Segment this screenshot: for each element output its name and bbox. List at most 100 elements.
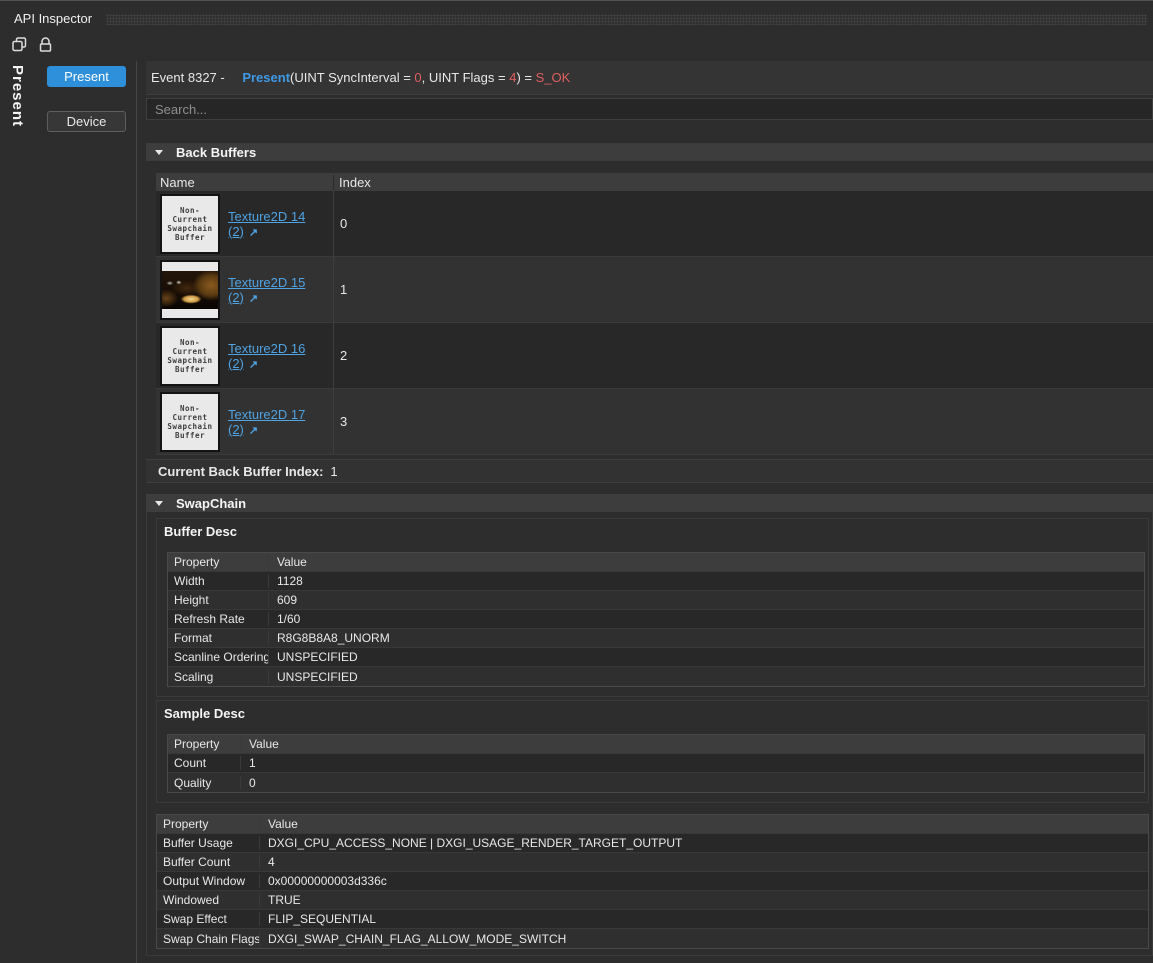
external-link-icon: ↗	[249, 227, 258, 239]
column-header-value[interactable]: Value	[240, 737, 1144, 751]
table-row: Swap Effect FLIP_SEQUENTIAL	[157, 910, 1148, 929]
external-link-icon: ↗	[249, 359, 258, 371]
property-value: 1	[240, 756, 1144, 770]
section-title: Back Buffers	[176, 145, 256, 160]
property-name: Height	[168, 593, 268, 607]
column-header-property[interactable]: Property	[168, 555, 268, 569]
table-header-row: Property Value	[168, 553, 1144, 572]
thumbnail-label: Non-Current Swapchain Buffer	[165, 338, 215, 374]
buffer-desc-panel: Buffer Desc Property Value Width 1128 He…	[156, 518, 1149, 697]
property-value: 0	[240, 776, 1144, 790]
buffer-name-cell: Non-Current Swapchain Buffer Texture2D 1…	[156, 323, 333, 388]
sample-desc-title: Sample Desc	[163, 703, 1145, 734]
table-row: Swap Chain Flags DXGI_SWAP_CHAIN_FLAG_AL…	[157, 929, 1148, 948]
buffer-index-value: 0	[333, 191, 1153, 256]
table-row: Windowed TRUE	[157, 891, 1148, 910]
buffer-index-value: 1	[333, 257, 1153, 322]
table-row: Buffer Count 4	[157, 853, 1148, 872]
dock-grip[interactable]	[106, 14, 1147, 25]
column-header-value[interactable]: Value	[268, 555, 1144, 569]
current-back-buffer-label: Current Back Buffer Index:	[158, 464, 323, 479]
property-name: Width	[168, 574, 268, 588]
property-name: Buffer Count	[157, 855, 259, 869]
search-input[interactable]	[146, 98, 1153, 120]
panel-titlebar[interactable]: API Inspector	[0, 1, 1153, 27]
sidebar-item-device[interactable]: Device	[47, 111, 126, 132]
buffer-thumbnail[interactable]	[160, 260, 220, 320]
panel-toolbar	[0, 27, 1153, 61]
table-row: Scaling UNSPECIFIED	[168, 667, 1144, 686]
property-name: Swap Chain Flags	[157, 932, 259, 946]
texture-link[interactable]: Texture2D 16 (2)	[228, 341, 305, 371]
sidebar: Present Present Device	[0, 61, 137, 963]
thumbnail-label: Non-Current Swapchain Buffer	[165, 404, 215, 440]
api-inspector-window: API Inspector Present Present Device	[0, 0, 1153, 963]
table-row: Height 609	[168, 591, 1144, 610]
table-row: Quality 0	[168, 773, 1144, 792]
column-header-property[interactable]: Property	[157, 817, 259, 831]
buffer-thumbnail[interactable]: Non-Current Swapchain Buffer	[160, 392, 220, 452]
event-args-pre: (UINT SyncInterval =	[290, 70, 414, 85]
table-row: Non-Current Swapchain Buffer Texture2D 1…	[156, 323, 1153, 389]
texture-link[interactable]: Texture2D 15 (2)	[228, 275, 305, 305]
current-back-buffer-value: 1	[330, 464, 337, 479]
event-args-post: ) =	[516, 70, 535, 85]
property-name: Refresh Rate	[168, 612, 268, 626]
table-row: Width 1128	[168, 572, 1144, 591]
sidebar-buttons: Present Device	[47, 66, 126, 132]
sample-desc-panel: Sample Desc Property Value Count 1 Quali…	[156, 700, 1149, 803]
buffer-thumbnail[interactable]: Non-Current Swapchain Buffer	[160, 194, 220, 254]
buffer-preview-image	[162, 271, 218, 309]
property-name: Scaling	[168, 670, 268, 684]
buffer-name-cell: Non-Current Swapchain Buffer Texture2D 1…	[156, 191, 333, 256]
table-header-row: Name Index	[156, 173, 1153, 191]
property-value: DXGI_SWAP_CHAIN_FLAG_ALLOW_MODE_SWITCH	[259, 932, 1148, 946]
property-name: Format	[168, 631, 268, 645]
property-value: 609	[268, 593, 1144, 607]
property-value: R8G8B8A8_UNORM	[268, 631, 1144, 645]
table-row: Count 1	[168, 754, 1144, 773]
property-name: Swap Effect	[157, 912, 259, 926]
property-value: DXGI_CPU_ACCESS_NONE | DXGI_USAGE_RENDER…	[259, 836, 1148, 850]
event-header: Event 8327 - Present(UINT SyncInterval =…	[146, 61, 1153, 95]
property-name: Quality	[168, 776, 240, 790]
column-header-value[interactable]: Value	[259, 817, 1148, 831]
panel-title: API Inspector	[14, 11, 92, 26]
property-name: Scanline Ordering	[168, 650, 268, 664]
back-buffers-table: Name Index Non-Current Swapchain Buffer …	[156, 173, 1153, 455]
property-name: Buffer Usage	[157, 836, 259, 850]
column-header-name[interactable]: Name	[156, 175, 333, 190]
buffer-thumbnail[interactable]: Non-Current Swapchain Buffer	[160, 326, 220, 386]
table-row: Non-Current Swapchain Buffer Texture2D 1…	[156, 191, 1153, 257]
property-value: 1/60	[268, 612, 1144, 626]
duplicate-panel-button[interactable]	[11, 36, 28, 53]
external-link-icon: ↗	[249, 425, 258, 437]
table-row: Buffer Usage DXGI_CPU_ACCESS_NONE | DXGI…	[157, 834, 1148, 853]
event-function-link[interactable]: Present	[242, 70, 290, 85]
sidebar-group-label: Present	[9, 65, 26, 127]
table-row: Output Window 0x00000000003d336c	[157, 872, 1148, 891]
section-header-back-buffers[interactable]: Back Buffers	[146, 143, 1153, 161]
table-row: Scanline Ordering UNSPECIFIED	[168, 648, 1144, 667]
event-args-mid: , UINT Flags =	[422, 70, 510, 85]
property-name: Output Window	[157, 874, 259, 888]
event-prefix: Event 8327 -	[151, 70, 228, 85]
event-result-value: S_OK	[536, 70, 571, 85]
column-header-index[interactable]: Index	[333, 175, 1153, 190]
event-flags-value: 4	[509, 70, 516, 85]
sidebar-item-present[interactable]: Present	[47, 66, 126, 87]
buffer-index-value: 3	[333, 389, 1153, 454]
table-header-row: Property Value	[168, 735, 1144, 754]
texture-link[interactable]: Texture2D 17 (2)	[228, 407, 305, 437]
lock-panel-button[interactable]	[37, 36, 54, 53]
buffer-name-cell: Texture2D 15 (2)↗	[156, 257, 333, 322]
column-header-property[interactable]: Property	[168, 737, 240, 751]
section-header-swapchain[interactable]: SwapChain	[146, 494, 1153, 512]
property-value: 0x00000000003d336c	[259, 874, 1148, 888]
texture-link[interactable]: Texture2D 14 (2)	[228, 209, 305, 239]
chevron-down-icon	[155, 501, 163, 506]
property-value: TRUE	[259, 893, 1148, 907]
external-link-icon: ↗	[249, 293, 258, 305]
table-row: Non-Current Swapchain Buffer Texture2D 1…	[156, 389, 1153, 455]
buffer-name-cell: Non-Current Swapchain Buffer Texture2D 1…	[156, 389, 333, 454]
